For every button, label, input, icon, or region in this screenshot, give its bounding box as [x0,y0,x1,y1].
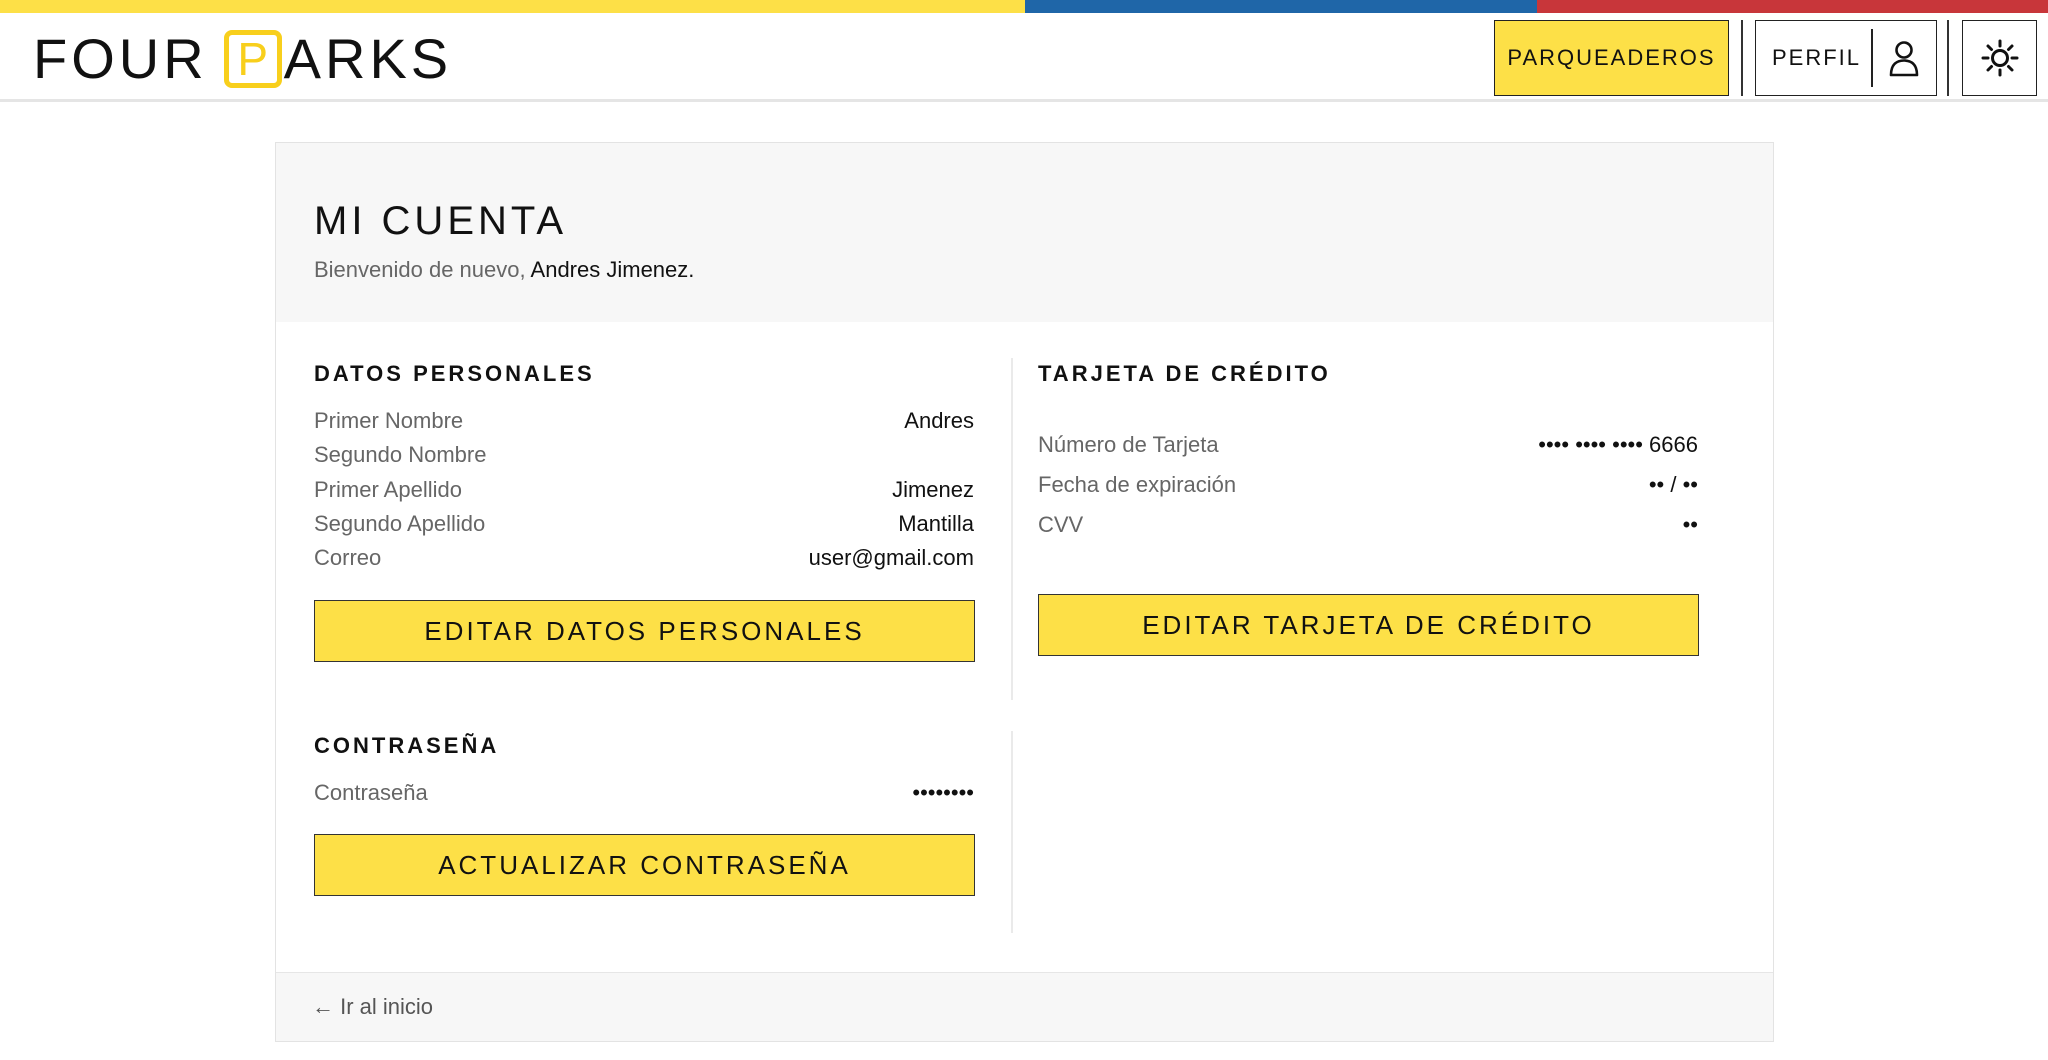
field-label: Primer Apellido [314,477,462,502]
user-icon [1889,41,1919,77]
column-divider [1011,358,1013,700]
field-label: Segundo Nombre [314,442,487,467]
nav-separator [1947,20,1949,96]
field-value: •• / •• [1648,472,1698,497]
parqueaderos-button[interactable]: PARQUEADEROS [1494,20,1729,96]
top-navigation-bar: FOUR P ARKS PARQUEADEROS PERFIL [0,13,2048,102]
field-value: Mantilla [898,511,974,536]
field-label: Fecha de expiración [1038,472,1237,497]
update-password-button[interactable]: ACTUALIZAR CONTRASEÑA [314,834,975,896]
nav-separator [1741,20,1743,96]
edit-credit-card-button[interactable]: EDITAR TARJETA DE CRÉDITO [1038,594,1699,656]
welcome-message: Bienvenido de nuevo, Andres Jimenez. [314,257,694,283]
personal-data-row: Primer Nombre Andres [314,404,974,438]
field-label: CVV [1038,512,1084,537]
logo-p-icon: P [223,30,282,88]
flag-red-stripe [1537,0,2048,13]
flag-color-bar [0,0,2048,13]
edit-personal-data-button[interactable]: EDITAR DATOS PERSONALES [314,600,975,662]
perfil-label: PERFIL [1772,45,1862,70]
field-value: user@gmail.com [808,545,974,570]
field-value: Jimenez [892,477,974,502]
field-label: Número de Tarjeta [1038,432,1219,457]
field-value: •••••••• [912,780,974,805]
field-value: •• [1682,512,1698,537]
field-value: Andres [904,408,974,433]
field-label: Segundo Apellido [314,511,486,536]
welcome-user-name: Andres Jimenez. [530,257,695,282]
account-footer: ← Ir al inicio [276,972,1773,1041]
credit-card-row: CVV •• [1038,508,1698,542]
password-title: CONTRASEÑA [314,733,500,758]
theme-toggle-button[interactable] [1962,20,2037,96]
password-row: Contraseña •••••••• [314,776,974,810]
flag-yellow-stripe [0,0,1025,13]
welcome-prefix: Bienvenido de nuevo, [314,257,526,282]
personal-data-row: Segundo Apellido Mantilla [314,507,974,541]
personal-data-row: Segundo Nombre [314,438,974,472]
perfil-divider [1871,29,1873,87]
logo-text-four: FOUR [33,27,208,90]
page-title: MI CUENTA [314,199,568,243]
perfil-button[interactable]: PERFIL [1755,20,1937,96]
field-label: Primer Nombre [314,408,464,433]
four-parks-logo[interactable]: FOUR P ARKS [33,27,452,91]
account-header: MI CUENTA Bienvenido de nuevo, Andres Ji… [276,143,1773,322]
credit-card-row: Fecha de expiración •• / •• [1038,468,1698,502]
account-card: MI CUENTA Bienvenido de nuevo, Andres Ji… [275,142,1774,1042]
column-divider [1011,731,1013,933]
logo-text-arks: ARKS [283,27,453,90]
personal-data-title: DATOS PERSONALES [314,361,595,386]
go-home-link[interactable]: ← Ir al inicio [312,994,433,1020]
flag-blue-stripe [1025,0,1537,13]
field-label: Contraseña [314,780,428,805]
field-label: Correo [314,545,382,570]
personal-data-row: Correo user@gmail.com [314,541,974,575]
field-value: •••• •••• •••• 6666 [1538,432,1698,457]
credit-card-title: TARJETA DE CRÉDITO [1038,361,1331,386]
credit-card-row: Número de Tarjeta •••• •••• •••• 6666 [1038,428,1698,462]
personal-data-row: Primer Apellido Jimenez [314,473,974,507]
sun-icon [1981,39,2018,77]
